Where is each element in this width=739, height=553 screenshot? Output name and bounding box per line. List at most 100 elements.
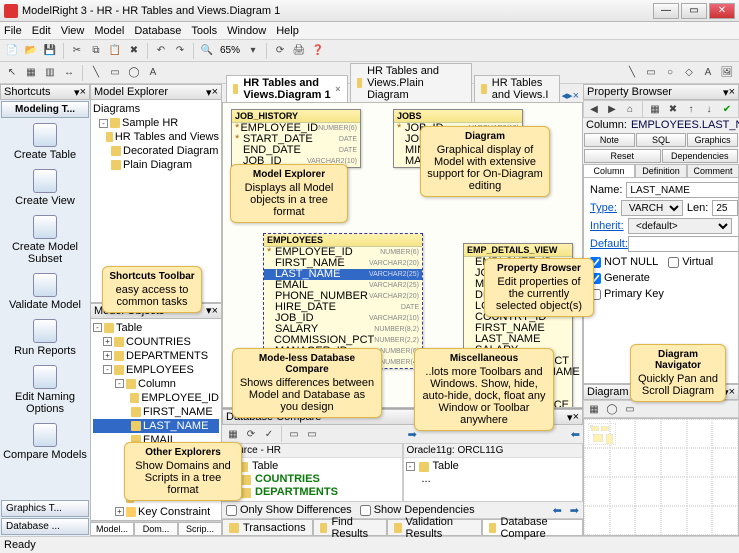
copy-icon[interactable]: ⧉ [88,43,104,59]
zoom-value[interactable]: 65% [218,45,242,56]
dbc-btn[interactable]: ▭ [286,426,302,442]
nav-btn[interactable]: ▭ [622,401,638,417]
menu-file[interactable]: File [4,25,22,37]
shape-text-icon[interactable]: A [700,65,716,81]
menu-help[interactable]: Help [276,25,299,37]
props-btn[interactable]: ▦ [647,101,663,117]
diagram-tab[interactable]: HR Tables and Views.I [474,75,559,102]
props-note-btn[interactable]: Note [584,133,635,147]
line-icon[interactable]: ╲ [88,65,104,81]
name-input[interactable] [626,182,739,198]
shortcuts-database-tab[interactable]: Database ... [1,518,89,535]
nav-btn[interactable]: ▦ [586,401,602,417]
shortcut-create-table[interactable]: Create Table [0,119,90,165]
menu-tools[interactable]: Tools [191,25,217,37]
dbc-btn[interactable]: ⟳ [243,426,259,442]
chk-pk[interactable]: Primary Key [590,288,664,300]
props-graphics-btn[interactable]: Graphics [687,133,738,147]
paste-icon[interactable]: 📋 [107,43,123,59]
undo-icon[interactable]: ↶ [153,43,169,59]
menu-database[interactable]: Database [134,25,181,37]
dbc-btn[interactable]: ▦ [225,426,241,442]
shape-poly-icon[interactable]: ◇ [681,65,697,81]
type-select[interactable]: VARCHAR2 [621,200,683,216]
tree-column-item[interactable]: EMPLOYEE_ID [93,391,219,405]
tree-column-item-selected[interactable]: LAST_NAME [93,419,219,433]
dbc-btn[interactable]: ▭ [304,426,320,442]
dbc-tree-item[interactable]: -Table [406,460,581,473]
maximize-button[interactable]: ▭ [681,3,707,19]
explorer-tab-model[interactable]: Model... [90,522,134,536]
chk-notnull[interactable]: NOT NULL [590,256,658,268]
zoom-dropdown-icon[interactable]: ▾ [245,43,261,59]
close-tab-icon[interactable]: × [335,84,340,94]
props-btn[interactable]: ↓ [701,101,717,117]
tree-table-item[interactable]: +COUNTRIES [93,335,219,349]
menu-model[interactable]: Model [94,25,124,37]
explorer-tab-scripts[interactable]: Scrip... [178,522,222,536]
panel-close-icon[interactable]: × [729,386,735,398]
relation-tool-icon[interactable]: ↔ [61,65,77,81]
shape-image-icon[interactable]: 🖼 [719,65,735,81]
minimize-button[interactable]: — [653,3,679,19]
view-tool-icon[interactable]: ▥ [42,65,58,81]
props-reset-btn[interactable]: Reset [584,149,661,163]
text-icon[interactable]: A [145,65,161,81]
panel-close-icon[interactable]: × [573,411,579,423]
zoom-in-icon[interactable]: 🔍 [199,43,215,59]
props-fwd-icon[interactable]: ▶ [604,101,620,117]
props-btn[interactable]: ↑ [683,101,699,117]
shortcut-edit-naming[interactable]: Edit Naming Options [0,361,90,419]
ellipse-icon[interactable]: ◯ [126,65,142,81]
panel-close-icon[interactable]: × [212,305,218,317]
menu-view[interactable]: View [61,25,85,37]
props-tab-column[interactable]: Column [583,164,635,178]
redo-icon[interactable]: ↷ [172,43,188,59]
save-icon[interactable]: 💾 [42,43,58,59]
panel-close-icon[interactable]: × [212,86,218,98]
print-icon[interactable]: 🖨 [291,43,307,59]
shortcut-create-view[interactable]: Create View [0,165,90,211]
props-tab-comment[interactable]: Comment [687,164,739,178]
pointer-icon[interactable]: ↖ [4,65,20,81]
props-tab-definition[interactable]: Definition [635,164,687,178]
refresh-icon[interactable]: ⟳ [272,43,288,59]
shape-rect-icon[interactable]: ▭ [643,65,659,81]
props-deps-btn[interactable]: Dependencies [662,149,739,163]
shape-line-icon[interactable]: ╲ [624,65,640,81]
bottom-tab-validation[interactable]: Validation Results [387,519,482,536]
delete-icon[interactable]: ✖ [126,43,142,59]
tree-diagram-item[interactable]: HR Tables and Views [93,130,219,144]
diagram-navigator[interactable] [583,418,739,536]
shortcut-compare-models[interactable]: Compare Models [0,419,90,465]
shortcut-validate-model[interactable]: Validate Model [0,269,90,315]
tree-subnode[interactable]: +Key Constraint [93,505,219,519]
props-sql-btn[interactable]: SQL [636,133,687,147]
tree-model-root[interactable]: -Sample HR [93,116,219,130]
opt-show-dependencies[interactable]: Show Dependencies [360,504,475,516]
menu-window[interactable]: Window [227,25,266,37]
nav-btn[interactable]: ◯ [604,401,620,417]
opt-only-differences[interactable]: Only Show Differences [226,504,352,516]
props-btn[interactable]: ✖ [665,101,681,117]
help-icon[interactable]: ❓ [310,43,326,59]
bottom-tab-compare[interactable]: Database Compare [482,519,583,536]
tree-column-item[interactable]: FIRST_NAME [93,405,219,419]
shortcut-run-reports[interactable]: Run Reports [0,315,90,361]
dbc-tree-item[interactable]: ... [406,473,581,486]
chk-generate[interactable]: Generate [590,272,650,284]
bottom-tab-find[interactable]: Find Results [313,519,387,536]
explorer-tab-domains[interactable]: Dom... [134,522,178,536]
tree-table-root[interactable]: -Table [93,321,219,335]
cut-icon[interactable]: ✂ [69,43,85,59]
props-back-icon[interactable]: ◀ [586,101,602,117]
bottom-tab-transactions[interactable]: Transactions [222,519,313,536]
chk-virtual[interactable]: Virtual [668,256,713,268]
len-input[interactable] [712,200,738,216]
table-tool-icon[interactable]: ▦ [23,65,39,81]
inherit-select[interactable]: <default> [628,218,732,234]
tree-diagram-item[interactable]: Plain Diagram [93,158,219,172]
panel-close-icon[interactable]: × [729,86,735,98]
menu-edit[interactable]: Edit [32,25,51,37]
tab-close-icon[interactable]: × [573,90,579,102]
